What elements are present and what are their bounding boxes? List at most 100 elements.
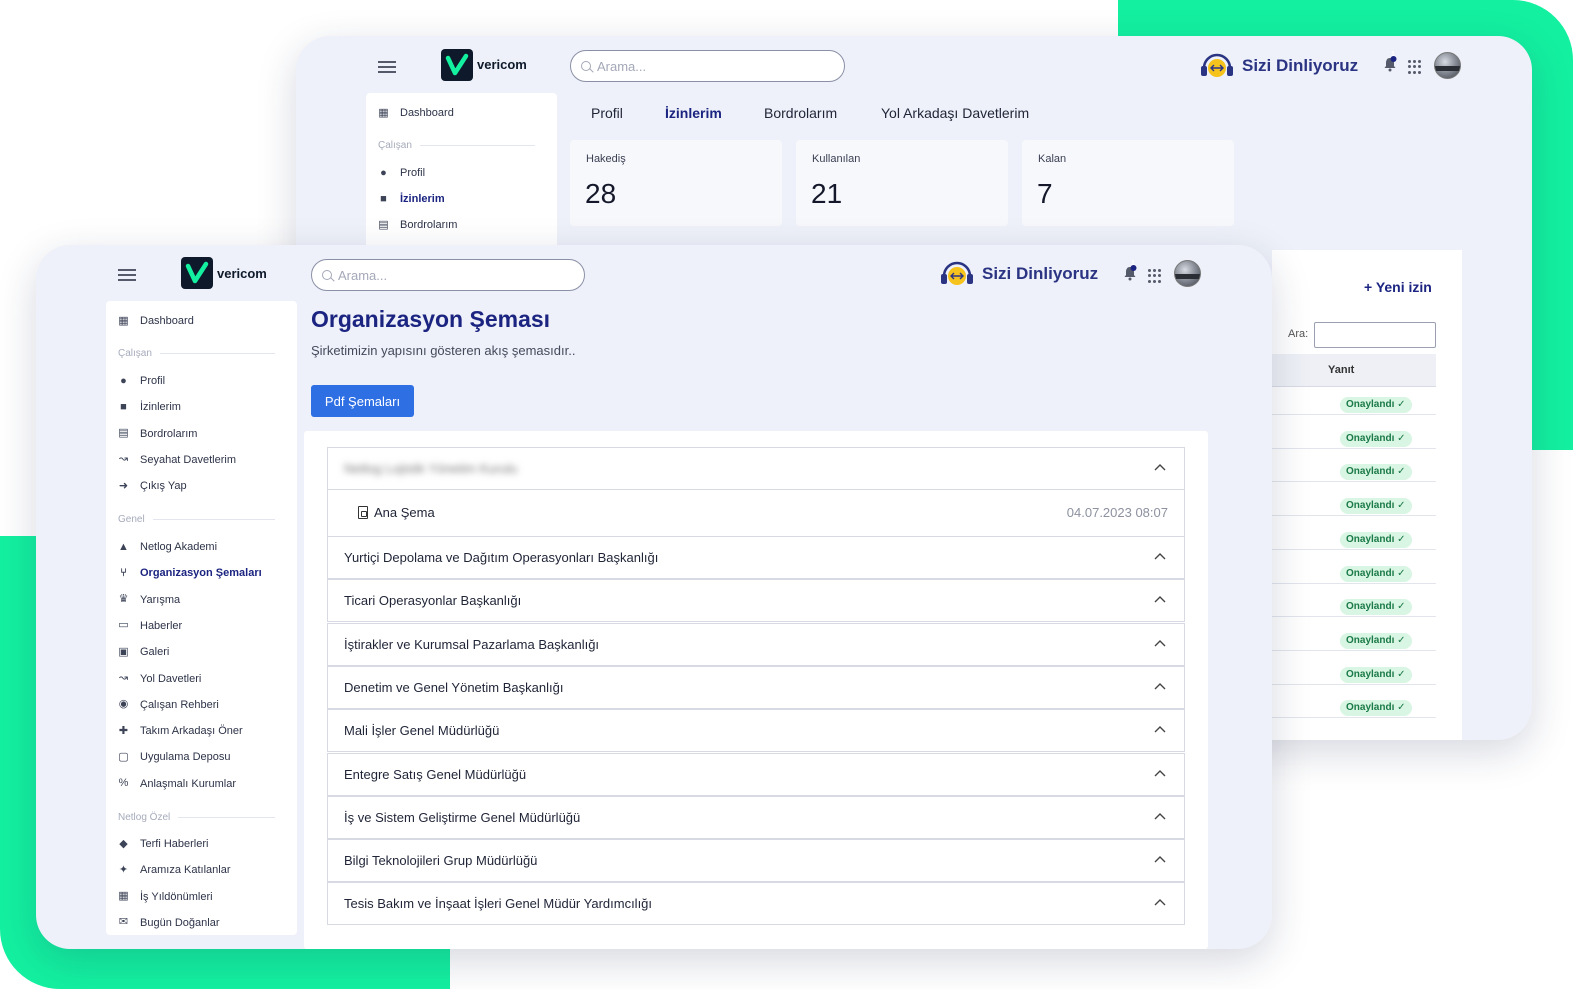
user-icon: ● — [380, 166, 387, 179]
sidebar-item-bugün-doğanlar[interactable]: ✉ Bugün Doğanlar — [118, 917, 220, 929]
logo-text: vericom — [477, 57, 527, 72]
sidebar-item-netlog-akademi[interactable]: ▲ Netlog Akademi — [118, 541, 217, 553]
users-icon: ◉ — [118, 698, 129, 711]
sidebar-item-label: İş Yıldönümleri — [140, 890, 213, 903]
status-badge: Onaylandı ✓ — [1340, 464, 1412, 481]
sidebar-item-bordrolarım[interactable]: ▤ Bordrolarım — [118, 428, 197, 440]
sidebar-item-i-ş-yıldönümleri[interactable]: ▦ İş Yıldönümleri — [118, 890, 213, 903]
sidebar-item-seyahat-davetlerim[interactable]: ↝ Seyahat Davetlerim — [118, 454, 236, 466]
tab-profil[interactable]: Profil — [591, 105, 623, 121]
front-window-organizasyon: vericom Sizi Dinliyoruz 1 ▦ Dashboard Ça… — [36, 245, 1272, 949]
apps-grid-icon[interactable] — [1148, 269, 1162, 283]
sidebar-item-label: Takım Arkadaşı Öner — [140, 725, 243, 738]
user-avatar[interactable] — [1434, 52, 1461, 79]
accordion-group-header[interactable]: Bilgi Teknolojileri Grup Müdürlüğü — [327, 839, 1185, 883]
accordion-group-header[interactable]: Yurtiçi Depolama ve Dağıtım Operasyonlar… — [327, 536, 1185, 579]
apps-grid-icon[interactable] — [1408, 60, 1422, 74]
column-header-yanit[interactable]: Yanıt — [1272, 354, 1436, 387]
notification-count: 1 — [1131, 260, 1135, 267]
accordion-group-header[interactable]: Mali İşler Genel Müdürlüğü — [327, 709, 1185, 753]
accordion-group-label: Entegre Satış Genel Müdürlüğü — [344, 766, 527, 782]
table-search-label: Ara: — [1288, 328, 1309, 340]
search-input[interactable] — [597, 57, 816, 75]
hamburger-menu-icon[interactable] — [378, 61, 396, 73]
notification-bell-icon[interactable] — [1383, 56, 1397, 72]
sidebar-item-dashboard[interactable]: ▦ Dashboard — [378, 107, 454, 119]
app-store-icon: ▢ — [118, 750, 129, 763]
sidebar-item-aramıza-katılanlar[interactable]: ✦ Aramıza Katılanlar — [118, 863, 231, 876]
sidebar-item-haberler[interactable]: ▭ Haberler — [118, 620, 182, 632]
accordion-group-header[interactable]: İştirakler ve Kurumsal Pazarlama Başkanl… — [327, 622, 1185, 666]
sidebar-item-takım-arkadaşı-öner[interactable]: ✚ Takım Arkadaşı Öner — [118, 725, 243, 737]
sidebar-item-yol-davetleri[interactable]: ↝ Yol Davetleri — [118, 673, 201, 685]
sidebar-section-netlog-ozel: Netlog Özel — [118, 812, 283, 823]
document-name[interactable]: Ana Şema — [374, 505, 435, 520]
user-avatar[interactable] — [1174, 260, 1201, 287]
notification-bell-icon[interactable] — [1123, 265, 1137, 281]
sidebar-item-yarışma[interactable]: ♛ Yarışma — [118, 594, 181, 606]
accordion-group-header[interactable]: Denetim ve Genel Yönetim Başkanlığı — [327, 665, 1185, 709]
chevron-up-icon — [1154, 682, 1166, 690]
tab-bordrolarim[interactable]: Bordrolarım — [764, 105, 837, 121]
sidebar-item-anlaşmalı-kurumlar[interactable]: % Anlaşmalı Kurumlar — [118, 778, 236, 790]
accordion-group-header[interactable]: Entegre Satış Genel Müdürlüğü — [327, 752, 1185, 796]
accordion-group-header[interactable]: Tesis Bakım ve İnşaat İşleri Genel Müdür… — [327, 882, 1185, 926]
sidebar-item-label: Haberler — [140, 619, 183, 632]
sidebar-item-çıkış-yap[interactable]: ➜ Çıkış Yap — [118, 480, 187, 492]
sidebar-item-label: İzinlerim — [140, 401, 181, 414]
accordion-group-header[interactable]: Netlog Lojistik Yönetim Kurulu — [327, 447, 1185, 490]
sidebar-item-label: Yol Davetleri — [140, 672, 202, 685]
search-box[interactable] — [311, 259, 585, 291]
accordion-group-label: Tesis Bakım ve İnşaat İşleri Genel Müdür… — [344, 896, 653, 912]
sidebar-item-dashboard[interactable]: ▦ Dashboard — [118, 315, 194, 327]
stat-value: 7 — [1037, 178, 1053, 209]
sidebar-item-label: Seyahat Davetlerim — [140, 453, 236, 466]
sidebar-item-terfi-haberleri[interactable]: ◆ Terfi Haberleri — [118, 838, 208, 850]
sidebar-item-label: Bugün Doğanlar — [140, 916, 220, 929]
sidebar-item-profil[interactable]: ● Profil — [378, 167, 425, 179]
sidebar-item-label: Bordrolarım — [400, 219, 458, 231]
accordion-group-header[interactable]: Ticari Operasyonlar Başkanlığı — [327, 579, 1185, 623]
logo-text: vericom — [217, 266, 267, 281]
tab-yol-arkadasi-davetlerim[interactable]: Yol Arkadaşı Davetlerim — [881, 105, 1029, 121]
handshake-icon: ✦ — [118, 863, 129, 876]
accordion-group-header[interactable]: İş ve Sistem Geliştirme Genel Müdürlüğü — [327, 795, 1185, 839]
new-izin-button[interactable]: + Yeni izin — [1364, 279, 1432, 295]
stat-label: Hakediş — [586, 153, 626, 165]
sidebar-item-label: Profil — [400, 167, 426, 179]
sidebar-item-çalışan-rehberi[interactable]: ◉ Çalışan Rehberi — [118, 699, 219, 711]
chevron-up-icon — [1154, 596, 1166, 603]
sizi-dinliyoruz-brand[interactable]: Sizi Dinliyoruz — [1198, 48, 1358, 84]
pdf-semalari-button[interactable]: Pdf Şemaları — [311, 385, 414, 417]
stat-value: 21 — [811, 178, 843, 209]
sidebar-item-organizasyon-şemaları[interactable]: ⑂ Organizasyon Şemaları — [118, 566, 261, 579]
grid-icon: ▦ — [118, 314, 129, 327]
sidebar-item-uygulama-deposu[interactable]: ▢ Uygulama Deposu — [118, 750, 230, 763]
sidebar-section-calisan: Çalışan — [378, 140, 543, 151]
search-input[interactable] — [338, 266, 556, 284]
accordion-group-label: İş ve Sistem Geliştirme Genel Müdürlüğü — [344, 809, 581, 825]
sidebar-item-profil[interactable]: ● Profil — [118, 375, 165, 387]
table-row-divider — [1272, 717, 1436, 719]
sidebar-item-galeri[interactable]: ▣ Galeri — [118, 646, 169, 658]
sidebar-item-i-zinlerim[interactable]: ■ İzinlerim — [118, 401, 181, 413]
table-row-divider — [1272, 515, 1436, 517]
search-box[interactable] — [570, 50, 845, 82]
logout-icon: ➜ — [118, 479, 129, 492]
document-row-ana-sema[interactable]: Ana Şema 04.07.2023 08:07 — [327, 490, 1185, 537]
sidebar-item-izinlerim[interactable]: ■ İzinlerim — [378, 193, 444, 205]
accordion-group-label: Yurtiçi Depolama ve Dağıtım Operasyonlar… — [344, 550, 659, 565]
pdf-file-icon — [358, 506, 368, 519]
sizi-dinliyoruz-brand[interactable]: Sizi Dinliyoruz — [938, 256, 1098, 292]
hamburger-menu-icon[interactable] — [118, 269, 136, 281]
table-search-input[interactable] — [1314, 322, 1436, 348]
route-icon: ↝ — [118, 453, 129, 466]
sidebar-item-bordrolarim[interactable]: ▤ Bordrolarım — [378, 219, 457, 231]
table-row-divider — [1272, 616, 1436, 618]
brand-text: Sizi Dinliyoruz — [1242, 56, 1359, 75]
grid-icon: ▦ — [378, 106, 389, 119]
tab-izinlerim[interactable]: İzinlerim — [665, 105, 722, 121]
branch-icon: ⑂ — [120, 566, 127, 579]
chevron-up-icon — [1154, 464, 1166, 471]
sidebar-item-label: Profil — [140, 375, 166, 387]
